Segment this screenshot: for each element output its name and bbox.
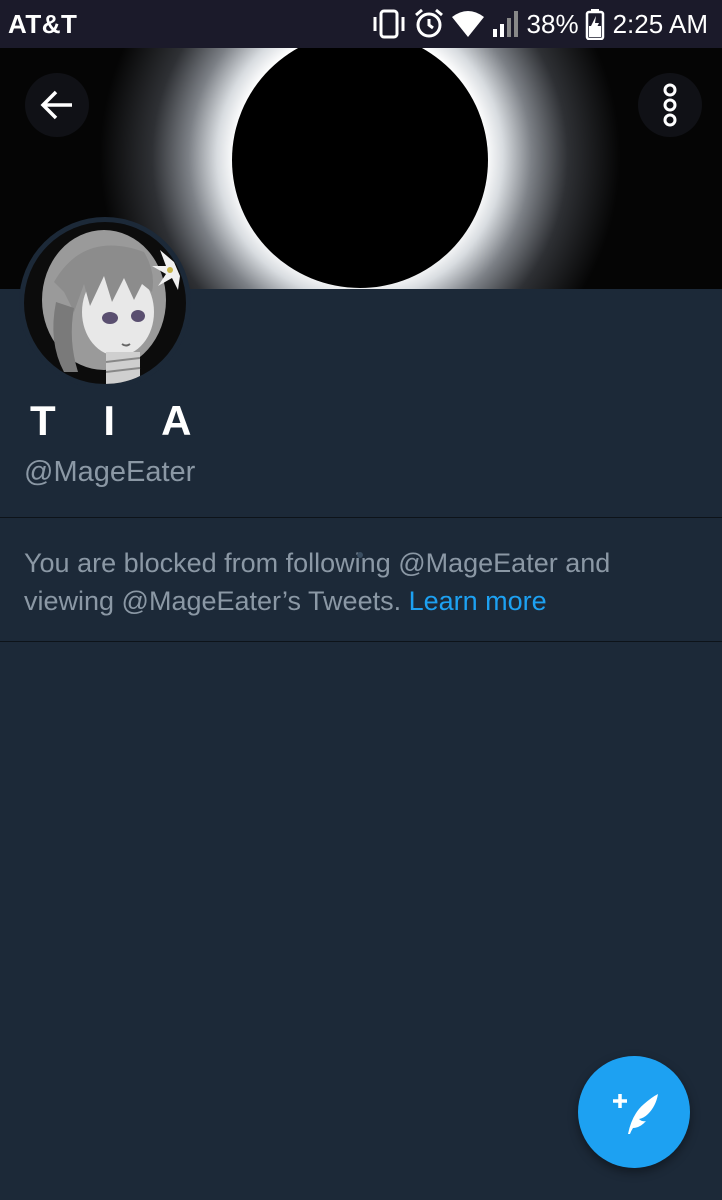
- back-button[interactable]: [25, 73, 89, 137]
- learn-more-link[interactable]: Learn more: [409, 586, 547, 616]
- wifi-icon: [451, 10, 485, 38]
- signal-icon: [491, 9, 521, 39]
- alarm-icon: [413, 8, 445, 40]
- compose-tweet-button[interactable]: [578, 1056, 690, 1168]
- status-bar: AT&T 38% 2:25 AM: [0, 0, 722, 48]
- divider: [0, 517, 722, 518]
- blocked-notice: You are blocked from following @MageEate…: [24, 544, 684, 620]
- user-handle: @MageEater: [24, 456, 196, 488]
- compose-tweet-icon: [613, 1094, 658, 1134]
- display-name: T I A: [30, 397, 210, 444]
- vibrate-icon: [371, 9, 407, 39]
- carrier-name: AT&T: [8, 8, 78, 39]
- anime-girl-avatar: [24, 222, 186, 384]
- avatar[interactable]: [19, 217, 191, 389]
- status-icons: 38% 2:25 AM: [371, 8, 708, 40]
- battery-percent: 38%: [526, 8, 579, 39]
- clock: 2:25 AM: [612, 8, 708, 39]
- divider: [0, 641, 722, 642]
- battery-charging-icon: [585, 8, 605, 40]
- scroll-indicator: [357, 552, 363, 558]
- more-vertical-icon: [663, 83, 677, 127]
- more-options-button[interactable]: [638, 73, 702, 137]
- arrow-left-icon: [40, 90, 72, 120]
